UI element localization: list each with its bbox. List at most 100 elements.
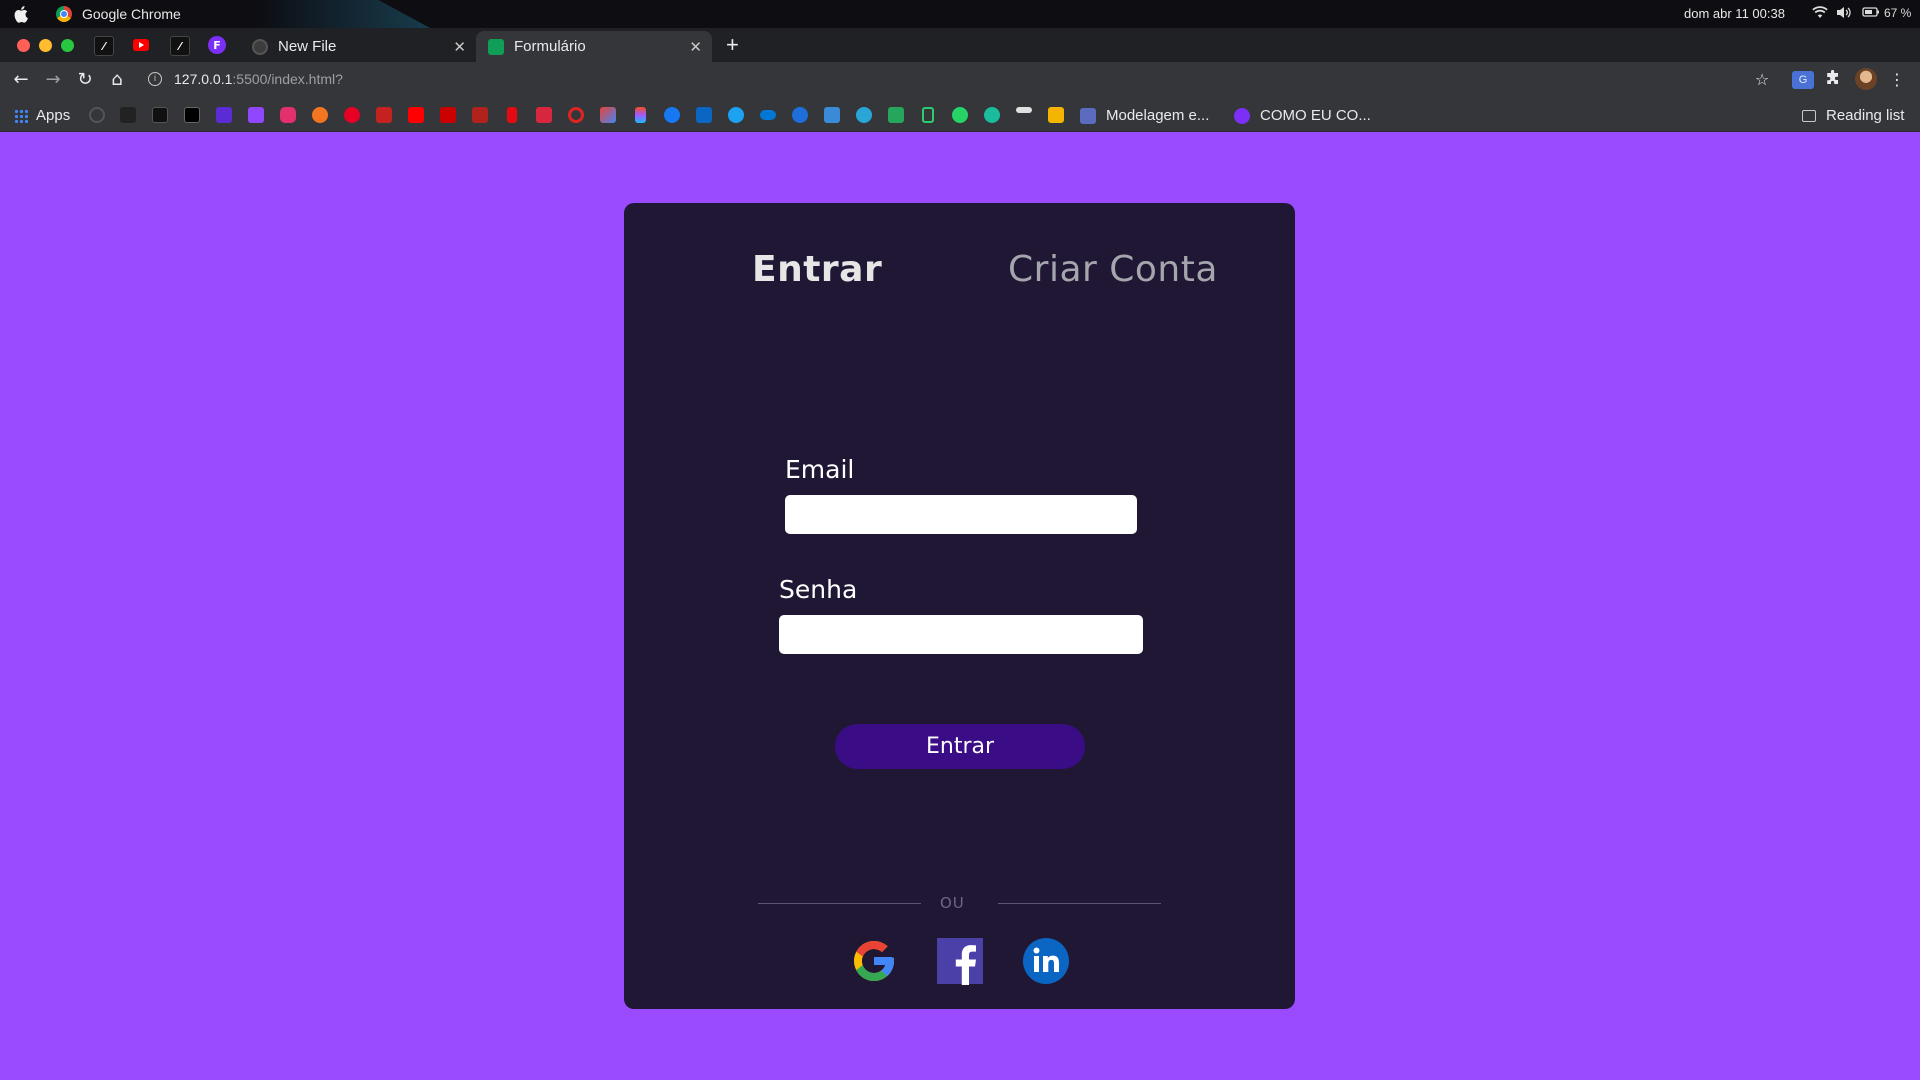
new-tab-button[interactable]: +: [726, 32, 739, 58]
bookmark-star-icon[interactable]: ☆: [1752, 70, 1772, 90]
chrome-menu-icon[interactable]: ⋮: [1887, 70, 1907, 90]
bbc-bookmark-icon[interactable]: [120, 107, 136, 123]
forms-icon: [488, 38, 504, 55]
browser-tab-strip: ⁄ ⁄ F New File ✕ Formulário ✕ +: [0, 28, 1920, 62]
bookmark-label: COMO EU CO...: [1260, 107, 1371, 124]
reading-list-label: Reading list: [1826, 107, 1905, 124]
tab-criar-conta[interactable]: Criar Conta: [1008, 249, 1218, 290]
tab-formulario[interactable]: Formulário ✕: [476, 31, 712, 62]
cnn-bookmark-icon[interactable]: [440, 107, 456, 123]
minimize-window-button[interactable]: [39, 39, 52, 52]
contact-card-icon: [1080, 107, 1096, 124]
apps-grid-icon: [14, 108, 28, 123]
close-tab-icon[interactable]: ✕: [453, 38, 466, 56]
bookmark-como-eu[interactable]: COMO EU CO...: [1234, 107, 1371, 124]
m-bookmark-icon[interactable]: [376, 107, 392, 123]
notion-bookmark-icon[interactable]: [152, 107, 168, 123]
chrome-logo-icon: [56, 6, 72, 22]
browser-toolbar: ← → ↻ ⌂ i 127.0.0.1:5500/index.html? ☆ G…: [0, 62, 1920, 98]
entrar-button[interactable]: Entrar: [835, 724, 1085, 769]
pinned-tab-notion-icon[interactable]: ⁄: [94, 36, 114, 56]
home-icon[interactable]: ⌂: [107, 70, 127, 90]
twitter-bookmark-icon[interactable]: [728, 107, 744, 123]
pinned-tab-youtube-icon[interactable]: [132, 36, 150, 54]
figma-bookmark-icon[interactable]: [635, 107, 646, 123]
bookmark-apps[interactable]: Apps: [14, 107, 70, 124]
site-info-icon[interactable]: i: [148, 72, 162, 86]
netflix-bookmark-icon[interactable]: [507, 107, 517, 123]
pinterest-bookmark-icon[interactable]: [344, 107, 360, 123]
pinned-tab-f-icon[interactable]: F: [208, 36, 226, 54]
close-tab-icon[interactable]: ✕: [689, 38, 702, 56]
red-bookmark-icon[interactable]: [536, 107, 552, 123]
whatsapp-bookmark-icon[interactable]: [952, 107, 968, 123]
instagram-bookmark-icon[interactable]: [280, 107, 296, 123]
youtube-bookmark-icon[interactable]: [408, 107, 424, 123]
tab-entrar[interactable]: Entrar: [752, 249, 882, 290]
github-icon: [252, 38, 268, 55]
tab-title: New File: [278, 38, 337, 55]
apple-icon[interactable]: [14, 5, 30, 23]
reading-list-button[interactable]: Reading list: [1802, 107, 1904, 124]
divider-ou: OU: [940, 894, 965, 912]
battery-icon[interactable]: [1862, 6, 1880, 21]
close-window-button[interactable]: [17, 39, 30, 52]
forward-arrow-icon[interactable]: →: [43, 70, 63, 90]
google-icon[interactable]: [850, 937, 898, 985]
onedrive-bookmark-icon[interactable]: [760, 110, 776, 120]
red-script-bookmark-icon[interactable]: [472, 107, 488, 123]
bookmarks-bar: Apps Modelagem e... COMO EU CO... Readin…: [0, 98, 1920, 132]
address-bar[interactable]: i 127.0.0.1:5500/index.html?: [140, 65, 1760, 95]
purple-bookmark-icon[interactable]: [216, 107, 232, 123]
bookmark-label: Modelagem e...: [1106, 107, 1210, 124]
snowflake-bookmark-icon[interactable]: [856, 107, 872, 123]
page-background: Entrar Criar Conta Email Senha Entrar OU: [0, 132, 1920, 1080]
play-bookmark-icon[interactable]: [792, 107, 808, 123]
hackernews-bookmark-icon[interactable]: [184, 107, 200, 123]
facebook-icon[interactable]: [936, 937, 984, 985]
tab-new-file[interactable]: New File ✕: [240, 31, 476, 62]
email-label: Email: [785, 455, 855, 484]
send-bookmark-icon[interactable]: [824, 107, 840, 123]
url-host: 127.0.0.1: [174, 71, 233, 87]
crunchyroll-bookmark-icon[interactable]: [312, 107, 328, 123]
translate-extension-icon[interactable]: G: [1792, 71, 1814, 89]
profile-avatar[interactable]: [1855, 68, 1877, 90]
linkedin-bookmark-icon[interactable]: [696, 107, 712, 123]
os-top-bar: Google Chrome dom abr 11 00:38 67 %: [0, 0, 1920, 28]
bookmark-modelagem[interactable]: Modelagem e...: [1080, 107, 1209, 124]
reload-icon[interactable]: ↻: [75, 70, 95, 90]
battery-percent: 67 %: [1884, 6, 1912, 20]
divider-right: [998, 903, 1161, 904]
wifi-icon[interactable]: [1812, 6, 1828, 22]
url-path: :5500/index.html?: [232, 71, 343, 87]
extensions-puzzle-icon[interactable]: [1823, 69, 1843, 90]
password-label: Senha: [779, 575, 858, 604]
opera-bookmark-icon[interactable]: [568, 107, 584, 123]
back-arrow-icon[interactable]: ←: [11, 70, 31, 90]
github-bookmark-icon[interactable]: [89, 107, 105, 123]
email-field[interactable]: [785, 495, 1137, 534]
system-clock[interactable]: dom abr 11 00:38: [1684, 6, 1785, 21]
package-bookmark-icon[interactable]: [1048, 107, 1064, 123]
pinned-tab-notion-icon-2[interactable]: ⁄: [170, 36, 190, 56]
green-phone-bookmark-icon[interactable]: [922, 107, 934, 123]
maximize-window-button[interactable]: [61, 39, 74, 52]
divider-left: [758, 903, 921, 904]
f-circle-icon: [1234, 107, 1250, 124]
facebook-bookmark-icon[interactable]: [664, 107, 680, 123]
v-bookmark-icon[interactable]: [984, 107, 1000, 123]
gmail-bookmark-icon[interactable]: [600, 107, 616, 123]
volume-icon[interactable]: [1836, 6, 1852, 22]
w-bookmark-icon[interactable]: [888, 107, 904, 123]
bookmark-apps-label: Apps: [36, 107, 71, 124]
url-text[interactable]: 127.0.0.1:5500/index.html?: [174, 71, 343, 87]
active-app-name[interactable]: Google Chrome: [82, 6, 181, 22]
linkedin-icon[interactable]: [1022, 937, 1070, 985]
tab-title: Formulário: [514, 38, 586, 55]
twitch-bookmark-icon[interactable]: [248, 107, 264, 123]
hammer-bookmark-icon[interactable]: [1016, 107, 1032, 113]
login-card: Entrar Criar Conta Email Senha Entrar OU: [624, 203, 1295, 1009]
password-field[interactable]: [779, 615, 1143, 654]
reading-list-icon: [1802, 109, 1816, 122]
